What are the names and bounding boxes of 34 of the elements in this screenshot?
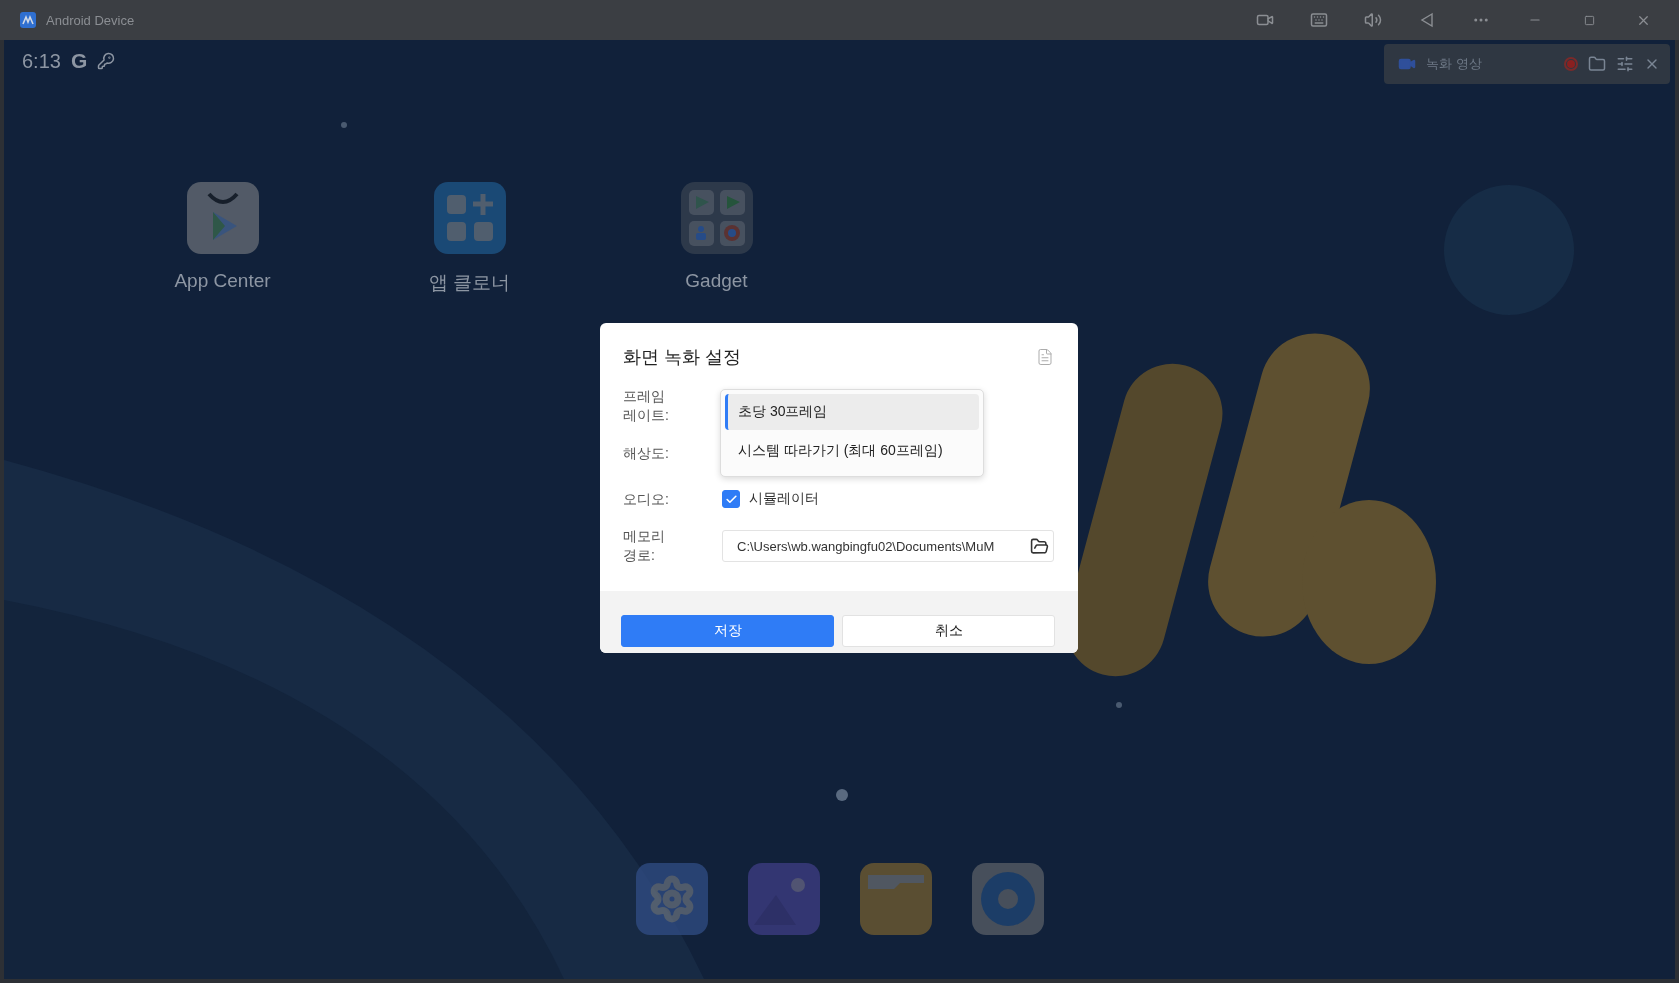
folder-icon[interactable] — [1588, 55, 1606, 73]
settings-icon[interactable] — [1616, 55, 1634, 73]
window-title: Android Device — [46, 12, 136, 28]
path-text: C:\Users\wb.wangbingfu02\Documents\MuM — [737, 538, 996, 554]
app-label: 앱 클로너 — [428, 271, 511, 295]
clock-time: 6:13 — [22, 49, 61, 73]
dropdown-option[interactable]: 초당 30프레임 — [725, 394, 979, 430]
save-button[interactable]: 저장 — [621, 615, 834, 647]
app-logo-icon — [20, 12, 36, 28]
field-label: 메모리 경로: — [623, 527, 666, 565]
gallery-icon[interactable] — [747, 863, 820, 935]
folder-icon[interactable] — [859, 863, 932, 935]
recording-label: 녹화 영상 — [1426, 55, 1483, 73]
check-icon — [724, 492, 738, 506]
app-label: Gadget — [685, 270, 748, 292]
settings-icon[interactable] — [635, 863, 708, 935]
dialog-title: 화면 녹화 설정 — [623, 346, 741, 369]
store-icon[interactable] — [186, 182, 259, 254]
dropdown-option[interactable]: 시스템 따라가기 (최대 60프레임) — [725, 433, 979, 469]
cancel-button[interactable]: 취소 — [842, 615, 1055, 647]
field-label: 프레임 레이트: — [623, 387, 670, 425]
app-label: App Center — [174, 270, 271, 292]
checkbox-label: 시뮬레이터 — [749, 490, 819, 508]
record-icon[interactable] — [1564, 57, 1578, 71]
folder-open-icon[interactable] — [1030, 536, 1049, 556]
account-mark: G — [70, 49, 88, 73]
key-icon — [97, 52, 116, 70]
field-label: 해상도: — [623, 443, 670, 463]
path-field[interactable]: C:\Users\wb.wangbingfu02\Documents\MuM — [722, 530, 1054, 562]
cloner-icon[interactable] — [433, 182, 506, 254]
app-folder-icon[interactable] — [680, 182, 753, 254]
field-label: 오디오: — [623, 489, 670, 509]
document-icon[interactable] — [1036, 348, 1054, 366]
checkbox[interactable] — [722, 490, 740, 508]
